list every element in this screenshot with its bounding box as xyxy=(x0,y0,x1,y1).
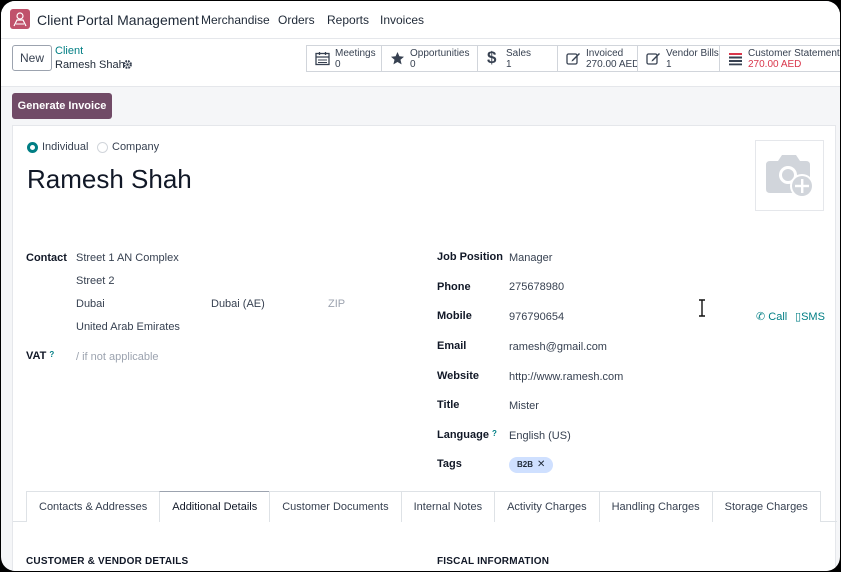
phone-field[interactable]: 275678980 xyxy=(509,281,564,293)
stat-meetings[interactable]: Meetings 0 xyxy=(306,45,381,72)
stat-label: Sales xyxy=(506,48,532,59)
job-position-label: Job Position xyxy=(437,251,503,263)
stat-invoiced[interactable]: Invoiced 270.00 AED xyxy=(557,45,640,72)
stat-value: 270.00 AED xyxy=(586,59,640,70)
breadcrumb-current: Ramesh Shah xyxy=(55,59,125,71)
help-icon[interactable]: ? xyxy=(492,429,497,438)
stat-label: Invoiced xyxy=(586,48,624,59)
tab-internal-notes[interactable]: Internal Notes xyxy=(400,491,496,522)
menu-merchandise[interactable]: Merchandise xyxy=(201,13,270,27)
app-title[interactable]: Client Portal Management xyxy=(37,12,199,28)
stat-label: Vendor Bills xyxy=(666,48,719,59)
help-icon[interactable]: ? xyxy=(49,350,54,359)
zip-field[interactable]: ZIP xyxy=(328,298,345,310)
stat-vendor-bills[interactable]: Vendor Bills 1 xyxy=(637,45,719,72)
vat-label: VAT? xyxy=(26,350,55,362)
app-window: Client Portal Management Merchandise Ord… xyxy=(1,1,840,571)
stat-value: 1 xyxy=(506,59,512,70)
country-field[interactable]: United Arab Emirates xyxy=(76,321,180,333)
calendar-icon xyxy=(315,52,330,66)
generate-invoice-button[interactable]: Generate Invoice xyxy=(12,93,112,119)
language-field[interactable]: English (US) xyxy=(509,430,571,442)
menu-reports[interactable]: Reports xyxy=(327,13,369,27)
section-fiscal: FISCAL INFORMATION xyxy=(437,556,550,567)
stat-value: 0 xyxy=(335,59,341,70)
title-label: Title xyxy=(437,399,460,411)
pencil-square-icon xyxy=(566,53,580,65)
stat-label: Customer Statement xyxy=(748,48,840,59)
stat-sales[interactable]: $ Sales 1 xyxy=(477,45,557,72)
radio-individual-label[interactable]: Individual xyxy=(42,141,88,153)
tab-storage-charges[interactable]: Storage Charges xyxy=(711,491,821,522)
stat-label: Meetings xyxy=(335,48,376,59)
mobile-label: Mobile xyxy=(437,310,472,322)
camera-add-icon xyxy=(766,155,814,198)
contact-label: Contact xyxy=(26,252,67,264)
dollar-icon: $ xyxy=(487,48,497,67)
menu-invoices[interactable]: Invoices xyxy=(380,13,424,27)
vat-field[interactable]: / if not applicable xyxy=(76,351,159,363)
section-customer-vendor: CUSTOMER & VENDOR DETAILS xyxy=(26,556,189,567)
tag-badge[interactable]: B2B ✕ xyxy=(509,457,554,473)
stat-opportunities[interactable]: Opportunities 0 xyxy=(381,45,477,72)
form-sheet: Individual Company Ramesh Shah Contact S… xyxy=(12,125,837,571)
stat-value: 0 xyxy=(410,59,416,70)
stat-value: 270.00 AED xyxy=(748,59,802,70)
phone-icon: ✆ xyxy=(756,311,766,323)
radio-individual[interactable] xyxy=(27,142,38,153)
top-navbar: Client Portal Management Merchandise Ord… xyxy=(1,1,840,39)
notebook-tabs: Contacts & Addresses Additional Details … xyxy=(26,491,821,522)
stat-value: 1 xyxy=(666,59,672,70)
street1-field[interactable]: Street 1 AN Complex xyxy=(76,252,179,264)
partner-name-field[interactable]: Ramesh Shah xyxy=(27,164,192,195)
tab-handling-charges[interactable]: Handling Charges xyxy=(598,491,713,522)
menu-orders[interactable]: Orders xyxy=(278,13,315,27)
tab-additional-details[interactable]: Additional Details xyxy=(159,491,271,522)
close-icon[interactable]: ✕ xyxy=(537,459,545,470)
app-logo-icon[interactable] xyxy=(10,9,30,29)
avatar-upload[interactable] xyxy=(755,140,824,211)
tags-label: Tags xyxy=(437,458,462,470)
tab-customer-documents[interactable]: Customer Documents xyxy=(269,491,402,522)
email-label: Email xyxy=(437,340,467,352)
new-button[interactable]: New xyxy=(12,45,52,71)
radio-company[interactable] xyxy=(97,142,108,153)
tab-activity-charges[interactable]: Activity Charges xyxy=(494,491,600,522)
gear-icon[interactable] xyxy=(122,59,133,70)
language-label: Language? xyxy=(437,429,497,441)
star-icon xyxy=(391,52,404,65)
list-icon xyxy=(729,53,742,66)
stat-customer-statement[interactable]: Customer Statement 270.00 AED xyxy=(719,45,840,72)
job-position-field[interactable]: Manager xyxy=(509,252,552,264)
website-label: Website xyxy=(437,370,479,382)
text-cursor-icon xyxy=(699,299,705,317)
phone-label: Phone xyxy=(437,281,471,293)
state-field[interactable]: Dubai (AE) xyxy=(211,298,265,310)
call-button[interactable]: ✆ Call xyxy=(756,310,787,323)
radio-company-label[interactable]: Company xyxy=(112,141,159,153)
mobile-field[interactable]: 976790654 xyxy=(509,311,564,323)
email-field[interactable]: ramesh@gmail.com xyxy=(509,341,607,353)
sms-button[interactable]: ▯SMS xyxy=(795,310,825,323)
control-panel: New Client Ramesh Shah Meetings 0 Opport… xyxy=(1,39,840,87)
title-field[interactable]: Mister xyxy=(509,400,539,412)
city-field[interactable]: Dubai xyxy=(76,298,105,310)
tab-contacts-addresses[interactable]: Contacts & Addresses xyxy=(26,491,161,522)
website-field[interactable]: http://www.ramesh.com xyxy=(509,371,623,383)
pencil-square-icon xyxy=(646,53,660,65)
breadcrumb-parent[interactable]: Client xyxy=(55,45,83,57)
street2-field[interactable]: Street 2 xyxy=(76,275,115,287)
stat-label: Opportunities xyxy=(410,48,470,59)
